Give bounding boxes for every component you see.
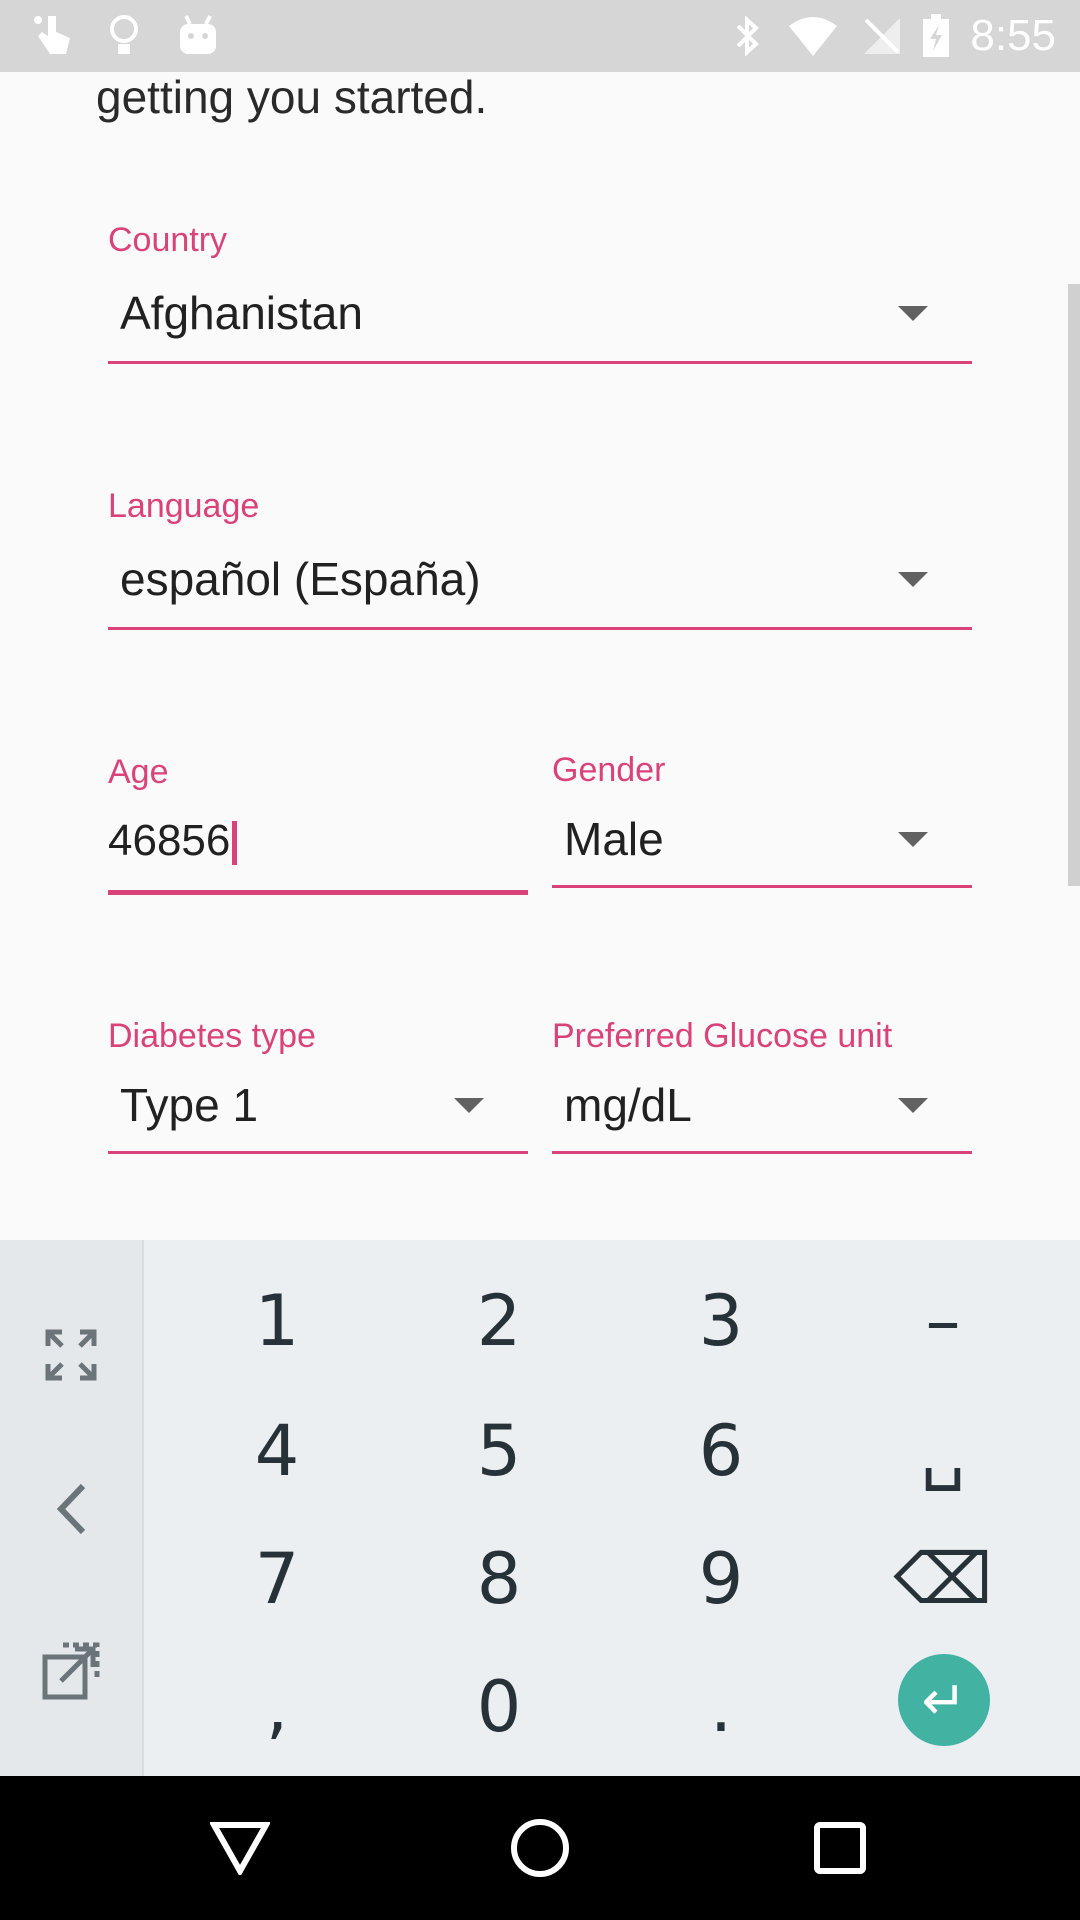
back-triangle-icon[interactable] xyxy=(204,1812,276,1884)
recents-square-icon[interactable] xyxy=(804,1812,876,1884)
touch-icon xyxy=(28,12,76,60)
external-edit-icon[interactable] xyxy=(0,1616,142,1726)
gender-underline xyxy=(552,885,972,888)
key-period[interactable]: . xyxy=(666,1652,776,1762)
key-8[interactable]: 8 xyxy=(444,1524,554,1634)
key-comma[interactable]: , xyxy=(222,1652,332,1762)
glucose-unit-underline xyxy=(552,1151,972,1154)
lightbulb-icon xyxy=(104,12,144,60)
status-time: 8:55 xyxy=(970,11,1056,60)
key-7[interactable]: 7 xyxy=(222,1524,332,1634)
keyboard-sidebar xyxy=(0,1240,144,1776)
android-icon xyxy=(176,12,220,60)
profile-form: getting you started. Country Afghanistan… xyxy=(0,72,1080,1240)
home-circle-icon[interactable] xyxy=(504,1812,576,1884)
diabetes-type-dropdown[interactable]: Diabetes type Type 1 xyxy=(108,1016,528,1176)
country-underline xyxy=(108,361,972,364)
age-label: Age xyxy=(108,753,169,791)
status-bar: 8:55 xyxy=(0,0,1080,72)
chevron-down-icon xyxy=(898,572,928,587)
age-value: 46856 xyxy=(108,814,238,868)
diabetes-type-underline xyxy=(108,1151,528,1154)
age-underline xyxy=(108,890,528,895)
age-input[interactable]: Age 46856 xyxy=(108,752,528,912)
chevron-down-icon xyxy=(454,1098,484,1113)
key-minus[interactable]: – xyxy=(888,1266,998,1376)
back-arrow-icon[interactable] xyxy=(0,1454,142,1564)
country-value: Afghanistan xyxy=(120,287,363,339)
gender-dropdown[interactable]: Gender Male xyxy=(552,750,972,910)
diabetes-type-value: Type 1 xyxy=(120,1079,259,1131)
expand-icon[interactable] xyxy=(0,1300,142,1410)
key-backspace[interactable]: ⌫ xyxy=(888,1524,998,1634)
chevron-down-icon xyxy=(898,832,928,847)
bluetooth-icon xyxy=(730,12,766,60)
key-4[interactable]: 4 xyxy=(222,1396,332,1506)
key-space[interactable]: ␣ xyxy=(888,1396,998,1506)
country-label: Country xyxy=(108,221,228,259)
glucose-unit-value: mg/dL xyxy=(564,1079,692,1131)
enter-button[interactable]: ↵ xyxy=(898,1654,990,1746)
key-9[interactable]: 9 xyxy=(666,1524,776,1634)
gender-value: Male xyxy=(564,813,664,865)
glucose-unit-label: Preferred Glucose unit xyxy=(552,1017,893,1055)
key-5[interactable]: 5 xyxy=(444,1396,554,1506)
key-3[interactable]: 3 xyxy=(666,1266,776,1376)
wifi-icon xyxy=(786,12,840,60)
no-signal-icon xyxy=(860,12,904,60)
key-6[interactable]: 6 xyxy=(666,1396,776,1506)
gender-label: Gender xyxy=(552,751,666,789)
country-dropdown[interactable]: Country Afghanistan xyxy=(108,220,972,436)
language-dropdown[interactable]: Language español (España) xyxy=(108,486,972,702)
glucose-unit-dropdown[interactable]: Preferred Glucose unit mg/dL xyxy=(552,1016,972,1176)
scrollbar[interactable] xyxy=(1068,284,1080,886)
navigation-bar xyxy=(0,1776,1080,1920)
language-label: Language xyxy=(108,487,260,525)
language-underline xyxy=(108,627,972,630)
chevron-down-icon xyxy=(898,1098,928,1113)
key-0[interactable]: 0 xyxy=(444,1652,554,1762)
text-cursor xyxy=(232,821,238,866)
intro-text: getting you started. xyxy=(96,72,488,123)
key-2[interactable]: 2 xyxy=(444,1266,554,1376)
language-value: español (España) xyxy=(120,553,481,605)
chevron-down-icon xyxy=(898,306,928,321)
battery-charging-icon xyxy=(918,12,954,60)
diabetes-type-label: Diabetes type xyxy=(108,1017,316,1055)
enter-icon: ↵ xyxy=(921,1668,967,1732)
numeric-keyboard: 1 2 3 – 4 5 6 ␣ 7 8 9 ⌫ , 0 . ↵ xyxy=(0,1240,1080,1776)
key-1[interactable]: 1 xyxy=(222,1266,332,1376)
